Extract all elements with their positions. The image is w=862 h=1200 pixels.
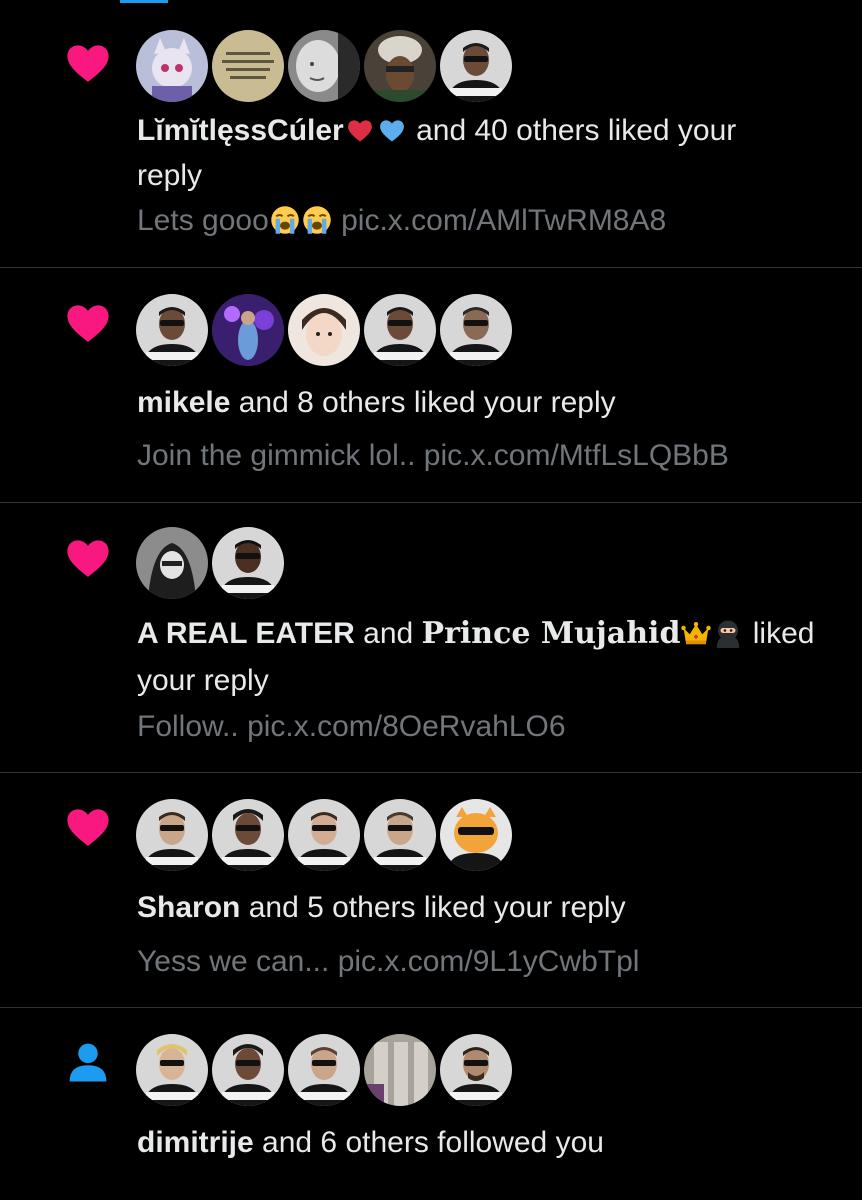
notification-text-continued: your reply <box>137 664 269 697</box>
preview-text: Follow.. <box>137 710 239 743</box>
reply-preview[interactable]: Follow.. pic.x.com/8OeRvahLO6 <box>137 704 566 750</box>
avatar[interactable] <box>212 294 284 366</box>
blue-heart-icon <box>377 115 407 145</box>
notification-text: A REAL EATER and Prince Mujahid liked <box>137 611 832 657</box>
avatar[interactable] <box>440 1034 512 1106</box>
avatar[interactable] <box>288 294 360 366</box>
ninja-icon <box>713 618 743 648</box>
notification-text: dimitrije and 6 others followed you <box>137 1120 832 1166</box>
person-icon <box>62 1036 114 1088</box>
preview-text: Join the gimmick lol.. <box>137 439 416 472</box>
joiner-text: and <box>363 617 414 650</box>
crown-icon <box>681 618 712 648</box>
notification-item[interactable]: mikele and 8 others liked your reply Joi… <box>0 268 862 503</box>
notification-action: and 40 others liked your <box>416 114 737 147</box>
avatar[interactable] <box>212 527 284 599</box>
heart-icon <box>62 296 114 348</box>
actor-name[interactable]: mikele <box>137 386 230 419</box>
notification-action: and 5 others liked your reply <box>248 891 626 924</box>
avatar[interactable] <box>440 294 512 366</box>
notification-item[interactable]: dimitrije and 6 others followed you <box>0 1008 862 1200</box>
actor-name[interactable]: Sharon <box>137 891 240 924</box>
notification-text: mikele and 8 others liked your reply <box>137 380 832 426</box>
loudly-crying-face-icon <box>302 205 332 235</box>
notification-item[interactable]: Sharon and 5 others liked your reply Yes… <box>0 773 862 1008</box>
avatar[interactable] <box>136 799 208 871</box>
notification-action: and 8 others liked your reply <box>238 386 616 419</box>
preview-link[interactable]: pic.x.com/MtfLsLQBbB <box>424 439 729 472</box>
notification-action: liked <box>752 617 815 650</box>
preview-link[interactable]: pic.x.com/AMlTwRM8A8 <box>341 204 666 237</box>
notification-action: and 6 others followed you <box>262 1126 604 1159</box>
avatar[interactable] <box>364 30 436 102</box>
loudly-crying-face-icon <box>270 205 300 235</box>
preview-text: Yess we can... <box>137 945 330 978</box>
notification-text-continued: reply <box>137 159 203 192</box>
actor-name[interactable]: Prince Mujahid <box>422 616 681 651</box>
avatar[interactable] <box>288 1034 360 1106</box>
avatar[interactable] <box>288 799 360 871</box>
actor-name[interactable]: dimitrije <box>137 1126 254 1159</box>
avatar[interactable] <box>136 294 208 366</box>
avatar[interactable] <box>212 30 284 102</box>
reply-preview[interactable]: Yess we can... pic.x.com/9L1yCwbTpl <box>137 939 639 985</box>
avatar[interactable] <box>136 527 208 599</box>
avatar[interactable] <box>440 30 512 102</box>
avatar[interactable] <box>212 799 284 871</box>
avatar[interactable] <box>364 294 436 366</box>
notification-text: Sharon and 5 others liked your reply <box>137 885 832 931</box>
preview-link[interactable]: pic.x.com/9L1yCwbTpl <box>338 945 640 978</box>
notification-item[interactable]: LĭmĭtlęssCúler and 40 others liked your … <box>0 0 862 268</box>
avatar[interactable] <box>136 1034 208 1106</box>
actor-name[interactable]: A REAL EATER <box>137 617 355 650</box>
avatar[interactable] <box>364 799 436 871</box>
heart-icon <box>62 36 114 88</box>
heart-icon <box>62 531 114 583</box>
reply-preview[interactable]: Lets gooo pic.x.com/AMlTwRM8A8 <box>137 198 666 244</box>
actor-name[interactable]: LĭmĭtlęssCúler <box>137 114 344 147</box>
preview-text: Lets gooo <box>137 204 269 237</box>
reply-preview[interactable]: Join the gimmick lol.. pic.x.com/MtfLsLQ… <box>137 433 729 479</box>
avatar[interactable] <box>288 30 360 102</box>
avatar[interactable] <box>212 1034 284 1106</box>
avatar[interactable] <box>136 30 208 102</box>
notification-item[interactable]: A REAL EATER and Prince Mujahid liked yo… <box>0 503 862 773</box>
heart-icon <box>62 800 114 852</box>
red-heart-icon <box>345 115 375 145</box>
avatar[interactable] <box>364 1034 436 1106</box>
notification-text: LĭmĭtlęssCúler and 40 others liked your <box>137 108 832 154</box>
preview-link[interactable]: pic.x.com/8OeRvahLO6 <box>247 710 565 743</box>
avatar[interactable] <box>440 799 512 871</box>
